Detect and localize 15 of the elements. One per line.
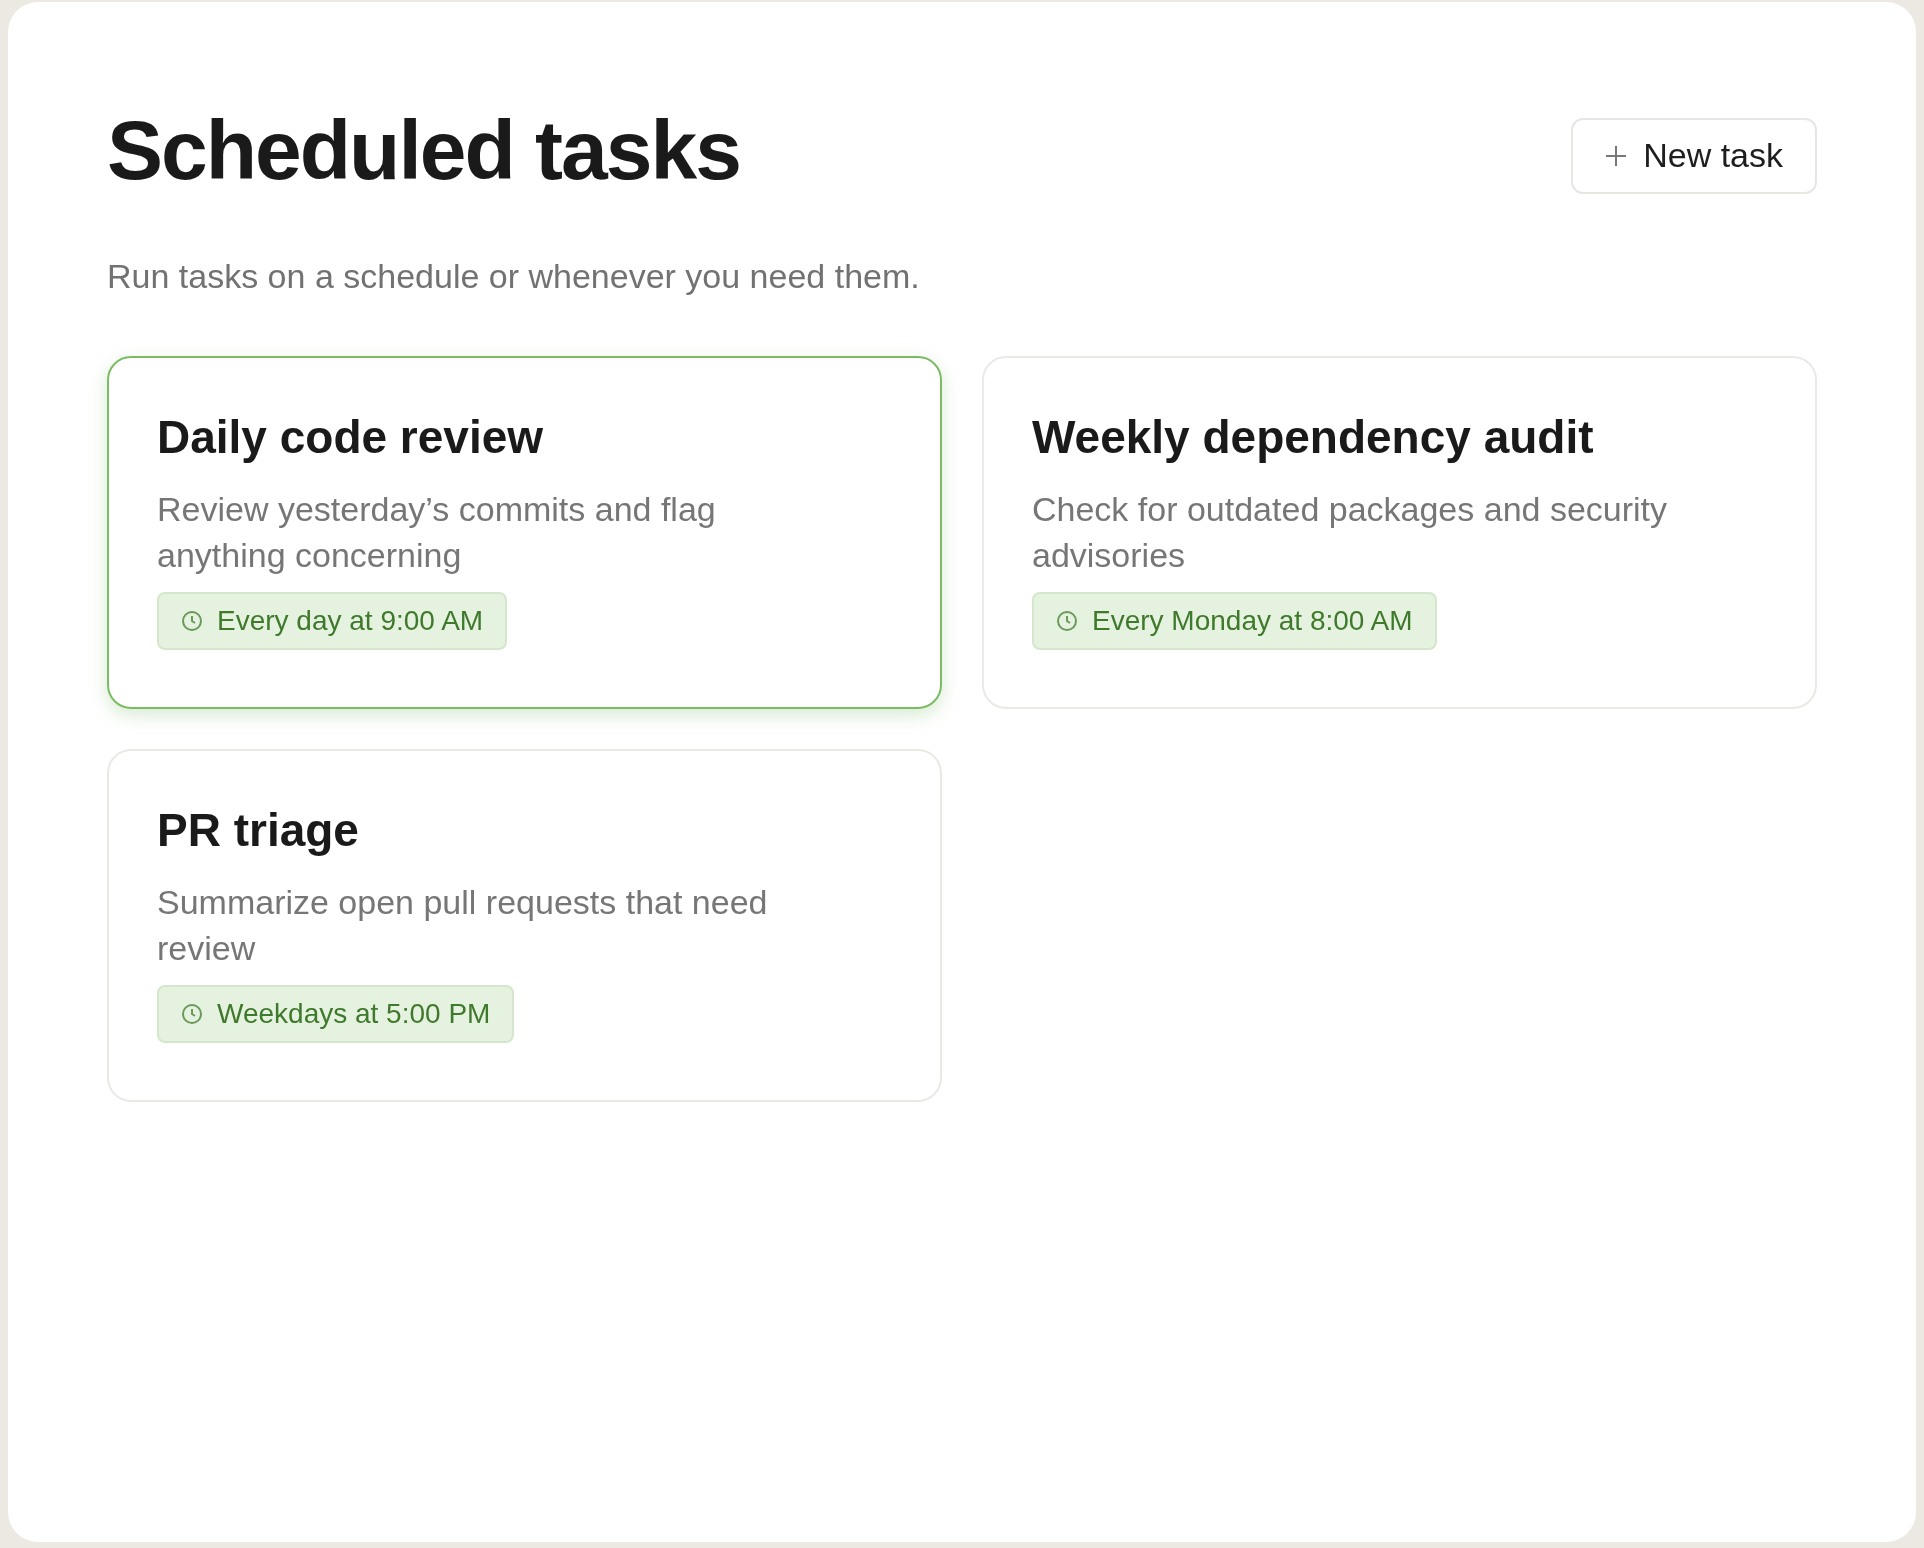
page-subtitle: Run tasks on a schedule or whenever you need them. [107,257,921,296]
task-card[interactable]: PR triage Summarize open pull requests that need review Weekdays at 5:00 PM [107,749,942,1102]
task-description: Summarize open pull requests that need review [157,882,769,969]
schedule-text: Every Monday at 8:00 AM [1092,605,1413,637]
task-title: PR triage [157,803,360,857]
task-card[interactable]: Weekly dependency audit Check for outdated packages and security advisories Every Monday at 8:00 AM [982,356,1817,709]
task-title: Daily code review [157,410,545,464]
page-title: Scheduled tasks [107,102,740,199]
schedule-text: Every day at 9:00 AM [217,605,484,637]
task-description: Review yesterday’s commits and flag anything concerning [157,489,717,576]
new-task-button[interactable]: New task [1571,117,1817,194]
task-description: Check for outdated packages and security advisories [1032,489,1669,576]
task-title: Weekly dependency audit [1032,410,1595,464]
task-card[interactable]: Daily code review Review yesterday’s commits and flag anything concerning Every day at 9:00 AM [107,356,942,709]
schedule-text: Weekdays at 5:00 PM [217,998,491,1030]
